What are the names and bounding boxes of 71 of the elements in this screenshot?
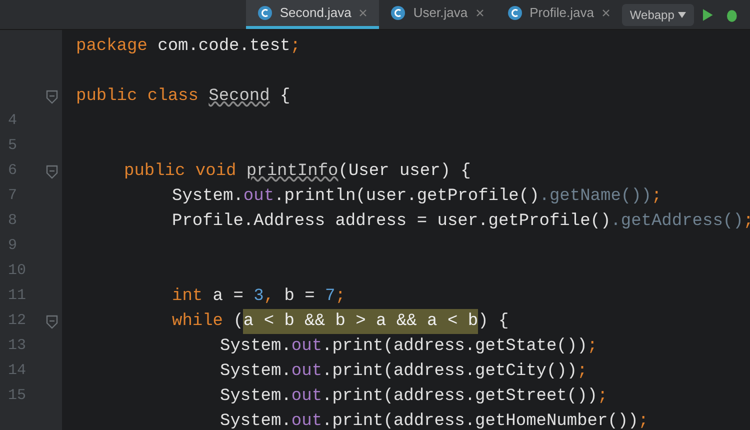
code-token: System. (220, 336, 292, 358)
code-token: out (291, 336, 322, 358)
code-token: .getName()) (539, 186, 652, 208)
class-icon (258, 6, 272, 20)
code-token: ; (597, 386, 608, 408)
code-token: ; (587, 336, 598, 358)
code-keyword: int (172, 286, 203, 308)
line-number: 4 (8, 111, 18, 132)
code-token: out (243, 186, 274, 208)
line-number: 14 (8, 361, 26, 382)
line-number: 8 (8, 211, 18, 232)
code-token: , (264, 286, 274, 308)
code-token: .print(address.getState()) (322, 336, 588, 358)
code-token: ) { (478, 310, 509, 333)
code-token: ; (652, 186, 662, 208)
code-token: b = (283, 286, 316, 308)
code-token: Profile.Address address = user.getProfile() (172, 210, 611, 233)
editor-tab[interactable]: Second.java (246, 0, 380, 29)
close-icon[interactable] (359, 9, 368, 17)
code-token: .print(address.getCity()) (322, 360, 578, 383)
code-token: out (291, 386, 322, 408)
code-token: ; (290, 36, 300, 58)
code-token: System. (220, 410, 292, 430)
code-token: .print(address.getHomeNumber()) (322, 410, 638, 430)
fold-marker-icon[interactable] (46, 164, 58, 178)
run-icon[interactable] (702, 8, 714, 22)
code-token: 3 (254, 286, 264, 308)
line-number: 13 (8, 336, 26, 356)
code-token: .print(address.getStreet()) (322, 386, 598, 408)
code-token: out (291, 410, 322, 430)
code-token: System. (172, 186, 244, 208)
caret-icon (678, 12, 686, 18)
code-token: a = (212, 286, 244, 308)
line-number: 12 (8, 311, 26, 332)
fold-marker-icon[interactable] (46, 314, 58, 328)
editor-tab[interactable]: User.java (379, 0, 496, 29)
line-number: 10 (8, 261, 26, 282)
code-token: .getAddress() (610, 210, 744, 233)
editor-tab[interactable]: Profile.java (496, 0, 622, 29)
code-token: (User user) { (338, 160, 471, 183)
line-number: 6 (8, 161, 18, 182)
code-keyword: package (76, 36, 148, 58)
code-token: ; (577, 360, 588, 383)
code-token: com.code.test (156, 36, 290, 58)
code-token: ; (335, 286, 346, 308)
code-token: a < b && b > a && a < b (243, 308, 478, 334)
code-token: System. (220, 386, 292, 408)
close-icon[interactable] (602, 9, 610, 17)
line-number: 5 (8, 136, 18, 156)
fold-marker-icon[interactable] (46, 90, 58, 104)
close-icon[interactable] (476, 9, 484, 17)
line-number: 15 (8, 386, 26, 406)
code-token: { (279, 86, 290, 108)
code-keyword: public class (76, 86, 200, 108)
line-number: 9 (8, 236, 18, 256)
code-token: printInfo (246, 160, 338, 183)
code-token: ; (638, 410, 648, 430)
code-keyword: while (172, 310, 224, 333)
code-token: System. (220, 360, 292, 383)
class-icon (508, 6, 522, 20)
code-token: Second (208, 86, 270, 108)
class-icon (391, 6, 406, 20)
code-token: ; (743, 210, 750, 233)
line-number: 11 (8, 286, 26, 306)
code-token: .println(user.getProfile() (274, 186, 540, 208)
code-token: 7 (325, 286, 336, 308)
code-token: out (291, 360, 322, 383)
line-number: 7 (8, 186, 18, 206)
code-token: ( (232, 310, 244, 333)
code-keyword: public void (124, 160, 238, 183)
run-config-dropdown[interactable]: Webapp (622, 4, 694, 26)
